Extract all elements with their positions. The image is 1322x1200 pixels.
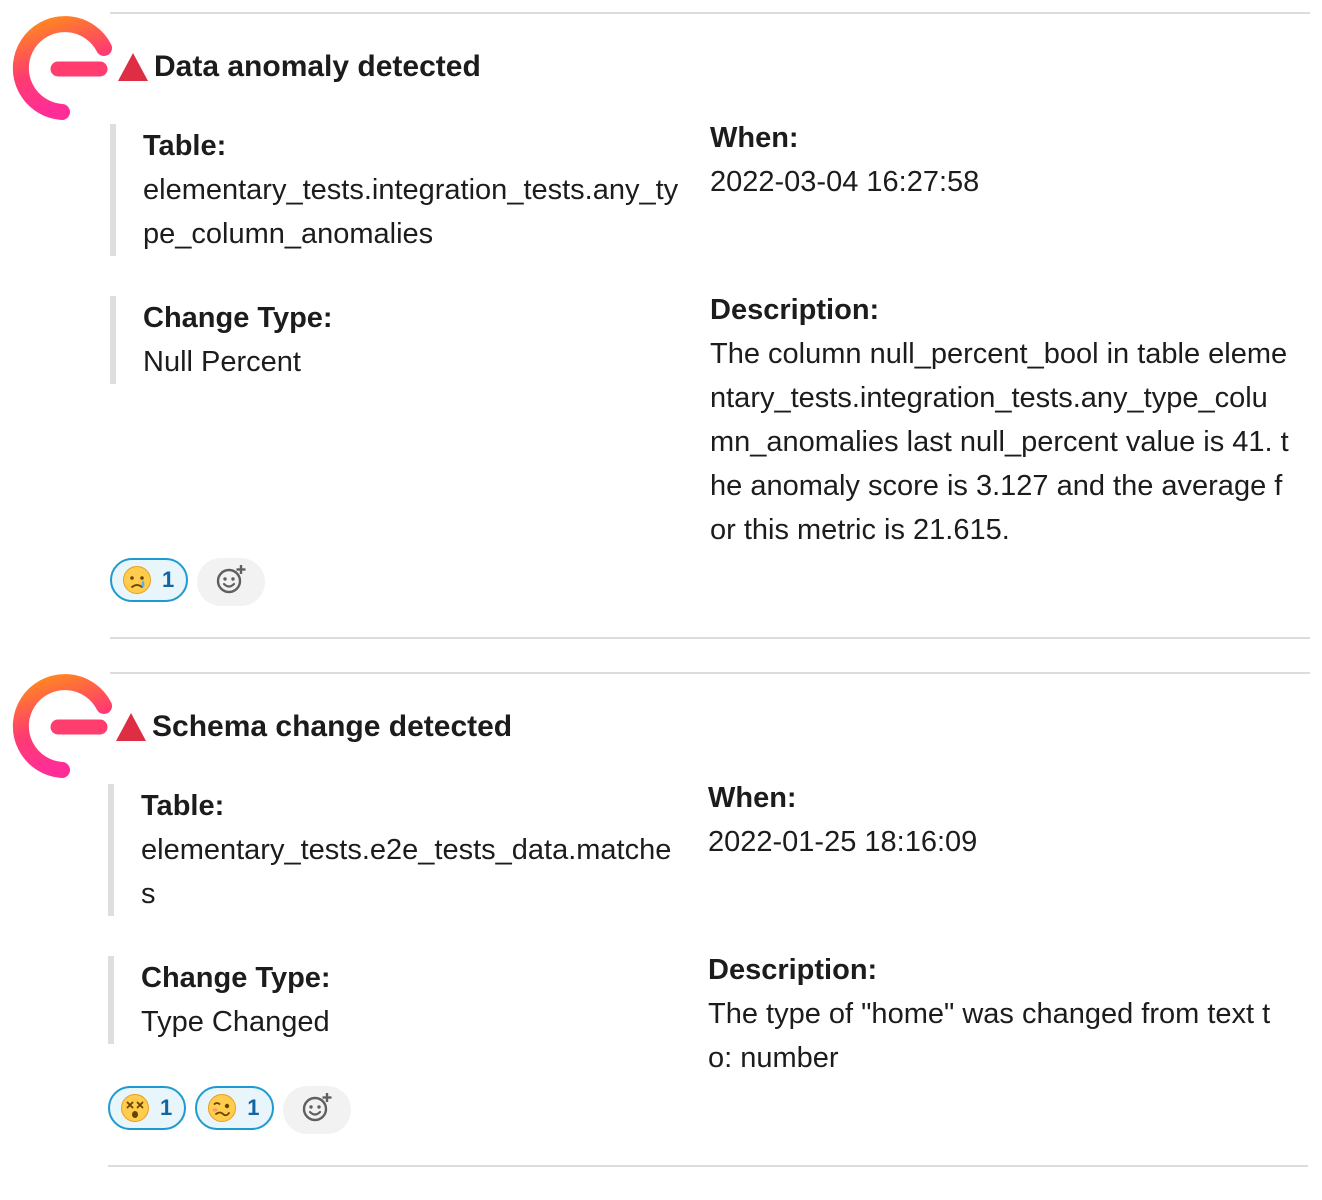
description-field: Description: The type of "home" was chan… bbox=[708, 948, 1288, 1080]
message-title: Data anomaly detected bbox=[154, 50, 481, 83]
table-value: elementary_tests.integration_tests.any_t… bbox=[143, 174, 679, 250]
description-value: The type of "home" was changed from text… bbox=[708, 998, 1271, 1074]
table-label: Table: bbox=[141, 790, 225, 822]
table-value: elementary_tests.e2e_tests_data.matches bbox=[141, 834, 672, 910]
change-type-field: Change Type: Null Percent bbox=[110, 296, 683, 384]
description-value: The column null_percent_bool in table el… bbox=[710, 338, 1289, 546]
table-label: Table: bbox=[143, 130, 227, 162]
reactions-bar: 1 1 bbox=[108, 1086, 351, 1134]
bottom-divider bbox=[108, 1165, 1308, 1167]
change-type-label: Change Type: bbox=[143, 302, 333, 334]
reaction-count: 1 bbox=[160, 1095, 173, 1120]
add-emoji-icon bbox=[300, 1091, 334, 1130]
add-reaction-button[interactable] bbox=[197, 558, 266, 606]
message-title: Schema change detected bbox=[152, 710, 513, 743]
change-type-label: Change Type: bbox=[141, 962, 331, 994]
when-label: When: bbox=[710, 122, 799, 154]
when-value: 2022-01-25 18:16:09 bbox=[708, 826, 978, 858]
reaction-woozy-face[interactable]: 1 bbox=[195, 1086, 274, 1130]
elementary-logo-avatar[interactable] bbox=[8, 16, 112, 120]
message-divider bbox=[110, 637, 1310, 639]
woozy-face-icon bbox=[207, 1093, 237, 1123]
description-label: Description: bbox=[708, 954, 878, 986]
add-emoji-icon bbox=[214, 563, 248, 602]
reaction-crying-face[interactable]: 1 bbox=[110, 558, 189, 602]
dizzy-face-icon bbox=[120, 1093, 150, 1123]
when-label: When: bbox=[708, 782, 797, 814]
elementary-logo-avatar[interactable] bbox=[8, 674, 112, 778]
when-field: When: 2022-01-25 18:16:09 bbox=[708, 776, 1288, 864]
top-divider bbox=[110, 12, 1310, 14]
table-field: Table: elementary_tests.e2e_tests_data.m… bbox=[108, 784, 681, 916]
message-divider bbox=[110, 672, 1310, 674]
reactions-bar: 1 bbox=[110, 558, 266, 606]
reaction-dizzy-face[interactable]: 1 bbox=[108, 1086, 187, 1130]
add-reaction-button[interactable] bbox=[282, 1086, 351, 1134]
change-type-value: Type Changed bbox=[141, 1006, 330, 1038]
when-value: 2022-03-04 16:27:58 bbox=[710, 166, 980, 198]
warning-triangle-icon bbox=[114, 710, 148, 744]
description-label: Description: bbox=[710, 294, 880, 326]
description-field: Description: The column null_percent_boo… bbox=[710, 288, 1290, 552]
table-field: Table: elementary_tests.integration_test… bbox=[110, 124, 683, 256]
warning-triangle-icon bbox=[116, 50, 150, 84]
reaction-count: 1 bbox=[247, 1095, 260, 1120]
reaction-count: 1 bbox=[162, 567, 175, 592]
when-field: When: 2022-03-04 16:27:58 bbox=[710, 116, 1290, 204]
change-type-value: Null Percent bbox=[143, 346, 301, 378]
crying-face-icon bbox=[122, 565, 152, 595]
change-type-field: Change Type: Type Changed bbox=[108, 956, 681, 1044]
